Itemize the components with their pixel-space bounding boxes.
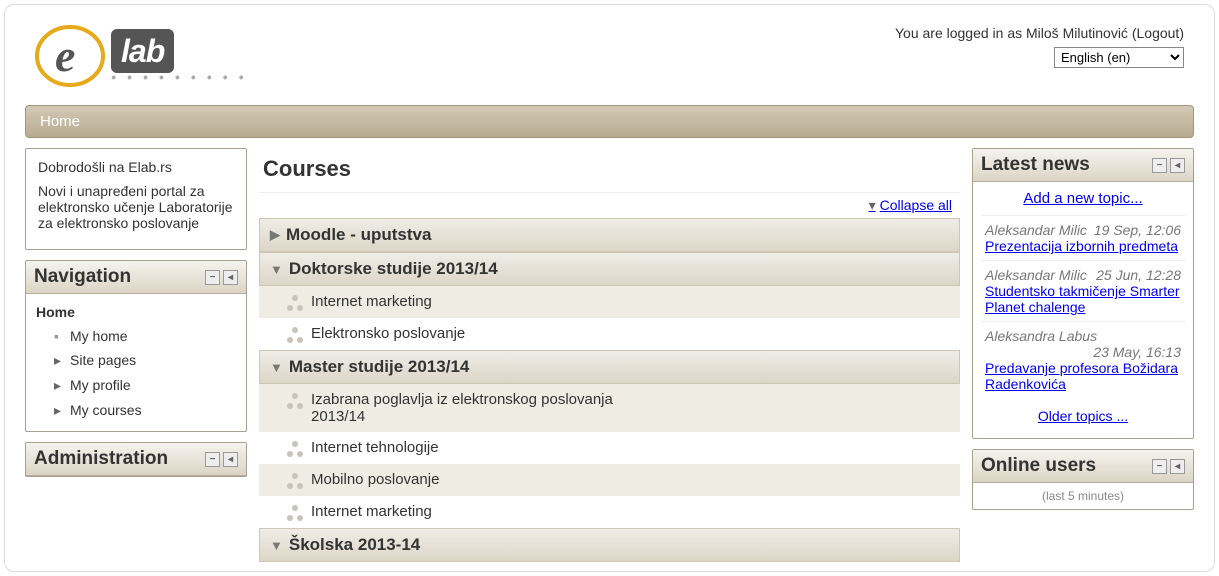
minus-icon[interactable]: − — [1152, 158, 1167, 173]
course-row[interactable]: Internet marketing — [259, 286, 960, 318]
course-row[interactable]: Internet tehnologije — [259, 432, 960, 464]
course-icon — [287, 327, 303, 343]
nav-sitepages[interactable]: ▸Site pages — [36, 348, 236, 373]
course-category[interactable]: ▼ Master studije 2013/14 — [259, 350, 960, 384]
welcome-line2: Novi i unapređeni portal za elektronsko … — [38, 183, 234, 231]
nav-mycourses[interactable]: ▸My courses — [36, 398, 236, 423]
minus-icon[interactable]: − — [205, 452, 220, 467]
latest-news-title: Latest news — [981, 154, 1090, 176]
category-label: Školska 2013-14 — [289, 535, 420, 555]
news-title-link[interactable]: Predavanje profesora Božidara Radenković… — [985, 360, 1181, 392]
dock-icon[interactable]: ◂ — [223, 452, 238, 467]
collapse-all-link[interactable]: ▾Collapse all — [869, 197, 952, 213]
course-link[interactable]: Internet marketing — [311, 293, 432, 310]
online-users-block: Online users − ◂ (last 5 minutes) — [972, 449, 1194, 510]
course-row[interactable]: Elektronsko poslovanje — [259, 318, 960, 350]
courses-heading: Courses — [259, 148, 960, 192]
course-row[interactable]: Izabrana poglavlja iz elektronskog poslo… — [259, 384, 960, 432]
nav-myhome[interactable]: ▪My home — [36, 324, 236, 348]
course-link[interactable]: Internet marketing — [311, 503, 432, 520]
course-icon — [287, 473, 303, 489]
breadcrumb-home[interactable]: Home — [40, 113, 80, 130]
course-icon — [287, 393, 303, 409]
chevron-down-icon: ▼ — [270, 538, 283, 553]
news-date: 25 Jun, 12:28 — [1096, 267, 1181, 283]
minus-icon[interactable]: − — [1152, 459, 1167, 474]
minus-icon[interactable]: − — [205, 270, 220, 285]
course-row[interactable]: Internet marketing — [259, 496, 960, 528]
site-logo[interactable]: e lab ● ● ● ● ● ● ● ● ● — [35, 15, 248, 90]
online-users-title: Online users — [981, 455, 1096, 477]
news-author: Aleksandra Labus — [985, 328, 1097, 344]
breadcrumb-bar: Home — [25, 105, 1194, 138]
news-item: Aleksandra Labus23 May, 16:13Predavanje … — [981, 321, 1185, 398]
logo-dots: ● ● ● ● ● ● ● ● ● — [111, 72, 248, 82]
svg-text:e: e — [55, 30, 75, 81]
navigation-block: Navigation − ◂ Home ▪My home ▸Site pages… — [25, 260, 247, 432]
logo-lab-text: lab — [111, 29, 174, 73]
news-item: Aleksandar Milic 19 Sep, 12:06Prezentacij… — [981, 215, 1185, 260]
older-topics-link[interactable]: Older topics ... — [1038, 408, 1128, 424]
language-select[interactable]: English (en) — [1054, 47, 1184, 68]
news-author: Aleksandar Milic — [985, 222, 1087, 238]
category-label: Doktorske studije 2013/14 — [289, 259, 498, 279]
dock-icon[interactable]: ◂ — [1170, 459, 1185, 474]
nav-myprofile[interactable]: ▸My profile — [36, 373, 236, 398]
course-category[interactable]: ▶ Moodle - uputstva — [259, 218, 960, 252]
login-status: You are logged in as Miloš Milutinović (… — [895, 25, 1184, 41]
logo-e-icon: e — [35, 25, 105, 90]
course-link[interactable]: Internet tehnologije — [311, 439, 439, 456]
logout-link[interactable]: Logout — [1137, 25, 1180, 41]
news-item: Aleksandar Milic 25 Jun, 12:28Studentsko … — [981, 260, 1185, 321]
news-date: 19 Sep, 12:06 — [1094, 222, 1181, 238]
course-link[interactable]: Izabrana poglavlja iz elektronskog poslo… — [311, 391, 631, 425]
course-link[interactable]: Mobilno poslovanje — [311, 471, 439, 488]
chevron-down-icon: ▼ — [270, 262, 283, 277]
welcome-block: Dobrodošli na Elab.rs Novi i unapređeni … — [25, 148, 247, 250]
administration-block: Administration − ◂ — [25, 442, 247, 477]
news-author: Aleksandar Milic — [985, 267, 1087, 283]
category-label: Master studije 2013/14 — [289, 357, 469, 377]
dock-icon[interactable]: ◂ — [223, 270, 238, 285]
course-row[interactable]: Mobilno poslovanje — [259, 464, 960, 496]
chevron-down-icon: ▼ — [270, 360, 283, 375]
latest-news-block: Latest news − ◂ Add a new topic... Aleks… — [972, 148, 1194, 439]
welcome-line1: Dobrodošli na Elab.rs — [38, 159, 234, 175]
username-link[interactable]: Miloš Milutinović — [1026, 25, 1128, 41]
nav-home[interactable]: Home — [36, 300, 236, 324]
course-icon — [287, 295, 303, 311]
add-topic-link[interactable]: Add a new topic... — [1023, 190, 1142, 207]
course-icon — [287, 505, 303, 521]
news-title-link[interactable]: Studentsko takmičenje Smarter Planet cha… — [985, 283, 1181, 315]
course-category[interactable]: ▼ Doktorske studije 2013/14 — [259, 252, 960, 286]
category-label: Moodle - uputstva — [286, 225, 431, 245]
navigation-title: Navigation — [34, 266, 131, 288]
administration-title: Administration — [34, 448, 168, 470]
news-title-link[interactable]: Prezentacija izbornih predmeta — [985, 238, 1181, 254]
chevron-right-icon: ▶ — [270, 227, 280, 243]
dock-icon[interactable]: ◂ — [1170, 158, 1185, 173]
course-category[interactable]: ▼ Školska 2013-14 — [259, 528, 960, 562]
news-date: 23 May, 16:13 — [1093, 344, 1181, 360]
course-icon — [287, 441, 303, 457]
course-link[interactable]: Elektronsko poslovanje — [311, 325, 465, 342]
online-last5: (last 5 minutes) — [973, 483, 1193, 509]
